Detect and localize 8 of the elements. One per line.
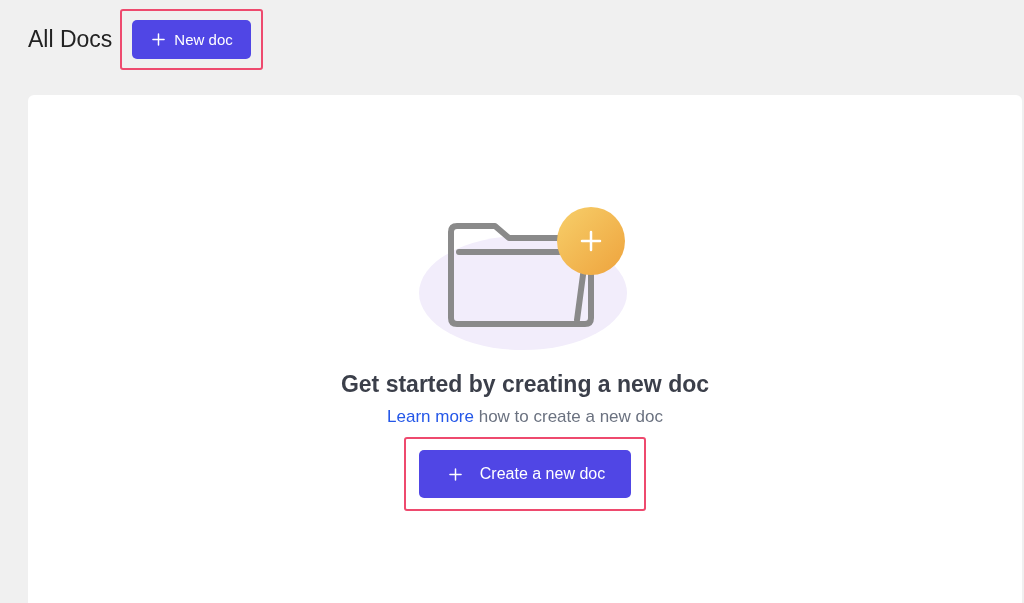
plus-icon <box>152 33 166 46</box>
new-doc-button[interactable]: New doc <box>132 20 251 59</box>
page-title: All Docs <box>28 26 113 53</box>
empty-state-heading: Get started by creating a new doc <box>340 371 710 398</box>
create-doc-button[interactable]: Create a new doc <box>418 450 632 498</box>
help-text: Learn more how to create a new doc <box>387 407 663 427</box>
learn-more-link[interactable]: Learn more <box>387 407 474 426</box>
plus-icon <box>448 467 462 481</box>
